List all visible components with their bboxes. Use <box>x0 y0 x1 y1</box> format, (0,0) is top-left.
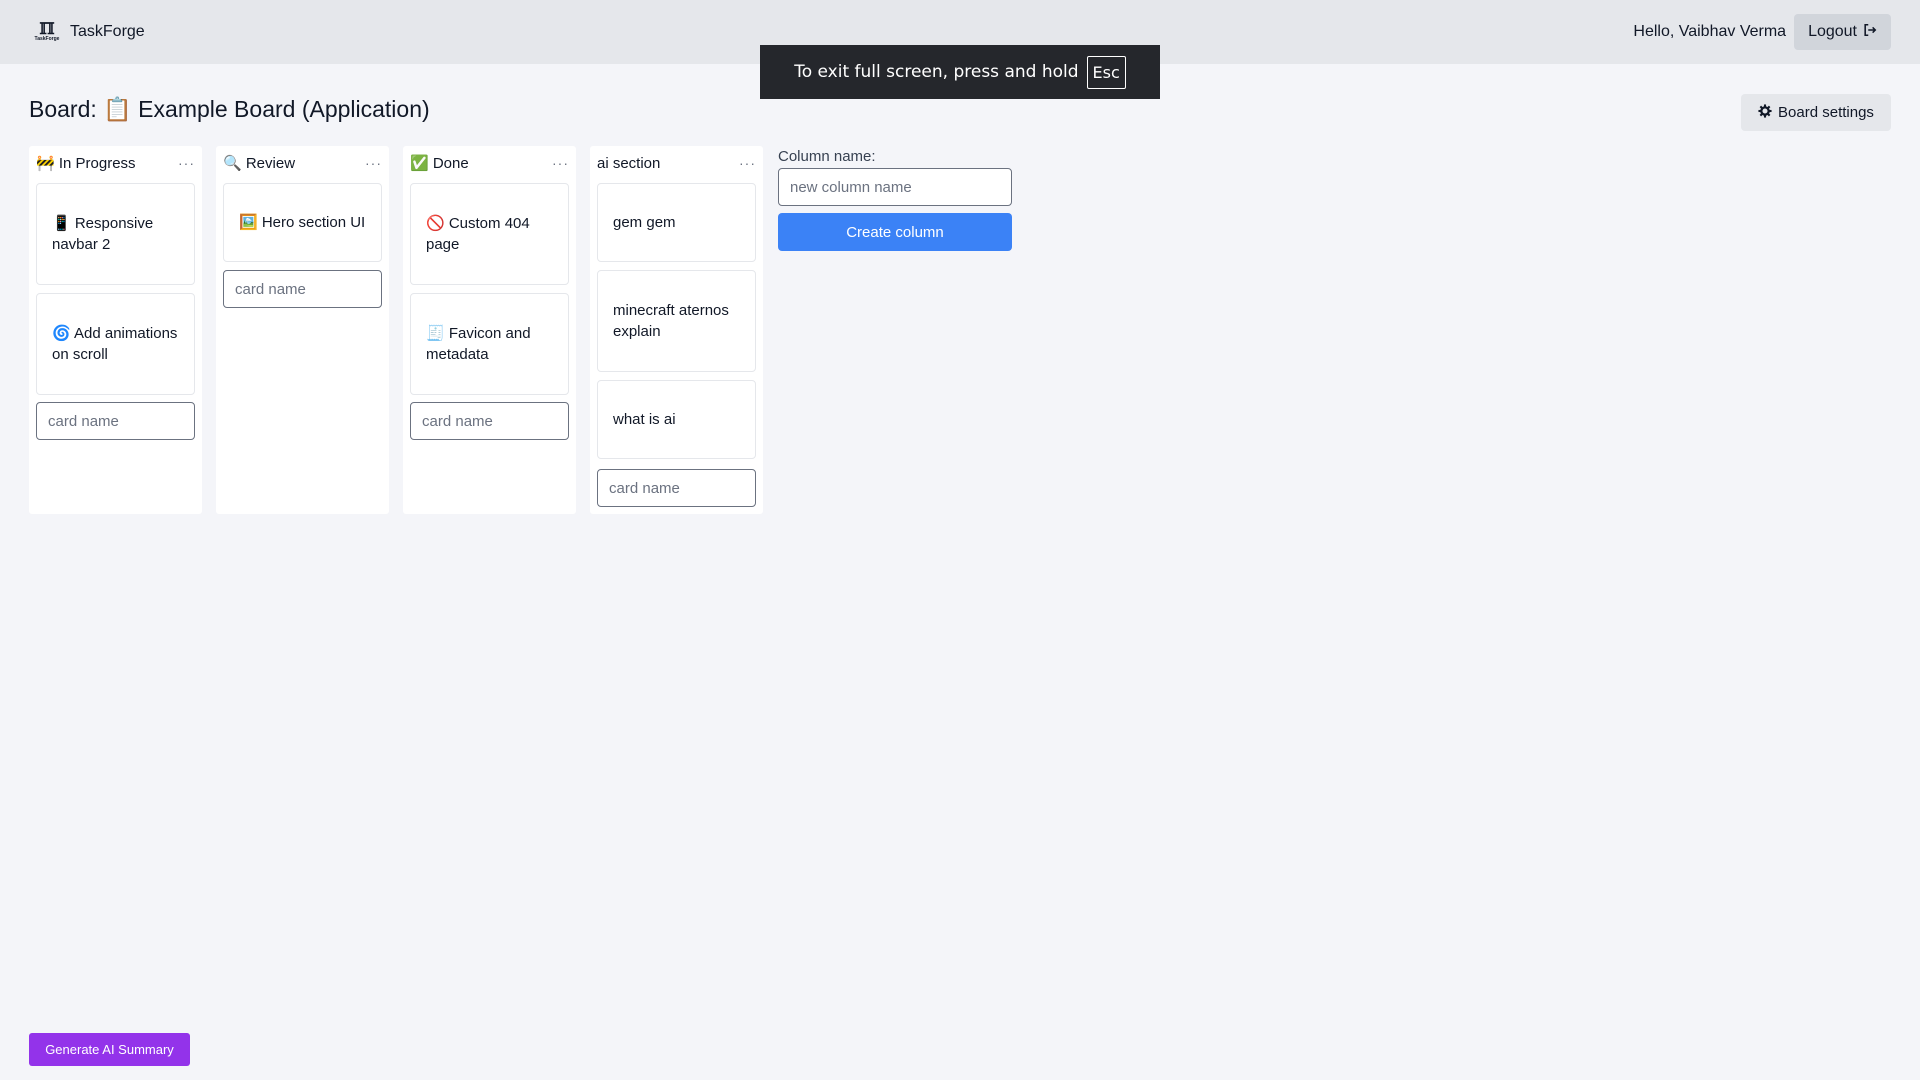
card[interactable]: 📱 Responsive navbar 2 <box>36 183 195 285</box>
card[interactable]: what is ai <box>597 380 756 459</box>
card-title: 🚫 Custom 404 page <box>426 215 530 253</box>
card-title: gem gem <box>613 214 676 231</box>
column-title: ai section <box>597 154 661 172</box>
fullscreen-exit-toast: To exit full screen, press and hold Esc <box>760 45 1160 99</box>
board-settings-button[interactable]: Board settings <box>1741 94 1891 131</box>
card[interactable]: 🧾 Favicon and metadata <box>410 293 569 395</box>
column-title: 🔍 Review <box>223 155 296 172</box>
new-card-input[interactable] <box>223 270 382 308</box>
column-review: 🔍 Review ··· 🖼️ Hero section UI <box>216 146 389 514</box>
fullscreen-toast-message: To exit full screen, press and hold <box>794 62 1079 82</box>
new-card-input[interactable] <box>597 469 756 507</box>
card[interactable]: 🌀 Add animations on scroll <box>36 293 195 395</box>
board-settings-label: Board settings <box>1778 104 1874 121</box>
column-menu-icon[interactable]: ··· <box>365 155 382 171</box>
column-menu-icon[interactable]: ··· <box>739 155 756 171</box>
logo-text: TaskForge <box>34 35 60 42</box>
column-header: ✅ Done ··· <box>403 146 576 180</box>
brand[interactable]: ℿ TaskForge TaskForge <box>32 17 145 47</box>
column-header: 🚧 In Progress ··· <box>29 146 202 180</box>
user-area: Hello, Vaibhav Verma Logout <box>1633 14 1891 50</box>
new-column-input[interactable] <box>778 168 1012 206</box>
user-greeting: Hello, Vaibhav Verma <box>1633 23 1787 40</box>
column-menu-icon[interactable]: ··· <box>552 155 569 171</box>
esc-key-badge: Esc <box>1086 55 1126 89</box>
new-card-input[interactable] <box>410 402 569 440</box>
logout-button[interactable]: Logout <box>1794 14 1891 50</box>
card[interactable]: gem gem <box>597 183 756 262</box>
card-title: minecraft aternos explain <box>613 302 729 340</box>
column-done: ✅ Done ··· 🚫 Custom 404 page 🧾 Favicon a… <box>403 146 576 514</box>
column-menu-icon[interactable]: ··· <box>178 155 195 171</box>
card-title: what is ai <box>613 411 676 428</box>
column-in-progress: 🚧 In Progress ··· 📱 Responsive navbar 2 … <box>29 146 202 514</box>
card-title: 🖼️ Hero section UI <box>239 214 366 231</box>
new-column-label: Column name: <box>778 148 876 165</box>
gear-icon <box>1758 103 1772 122</box>
column-title: 🚧 In Progress <box>36 155 136 172</box>
column-header: 🔍 Review ··· <box>216 146 389 180</box>
card[interactable]: 🖼️ Hero section UI <box>223 183 382 262</box>
card-title: 🌀 Add animations on scroll <box>52 325 178 363</box>
logout-label: Logout <box>1808 23 1857 40</box>
column-ai-section: ai section ··· gem gem minecraft aternos… <box>590 146 763 514</box>
column-header: ai section ··· <box>590 146 763 180</box>
card[interactable]: minecraft aternos explain <box>597 270 756 372</box>
brand-name: TaskForge <box>70 23 145 40</box>
create-column-button[interactable]: Create column <box>778 213 1012 251</box>
taskforge-logo-icon: ℿ TaskForge <box>34 18 60 42</box>
new-card-input[interactable] <box>36 402 195 440</box>
generate-ai-summary-button[interactable]: Generate AI Summary <box>29 1033 190 1066</box>
column-title: ✅ Done <box>410 155 469 172</box>
card[interactable]: 🚫 Custom 404 page <box>410 183 569 285</box>
logout-icon <box>1863 23 1877 42</box>
card-title: 🧾 Favicon and metadata <box>426 325 531 363</box>
board-title: Board: 📋 Example Board (Application) <box>29 96 430 122</box>
card-title: 📱 Responsive navbar 2 <box>52 215 154 253</box>
